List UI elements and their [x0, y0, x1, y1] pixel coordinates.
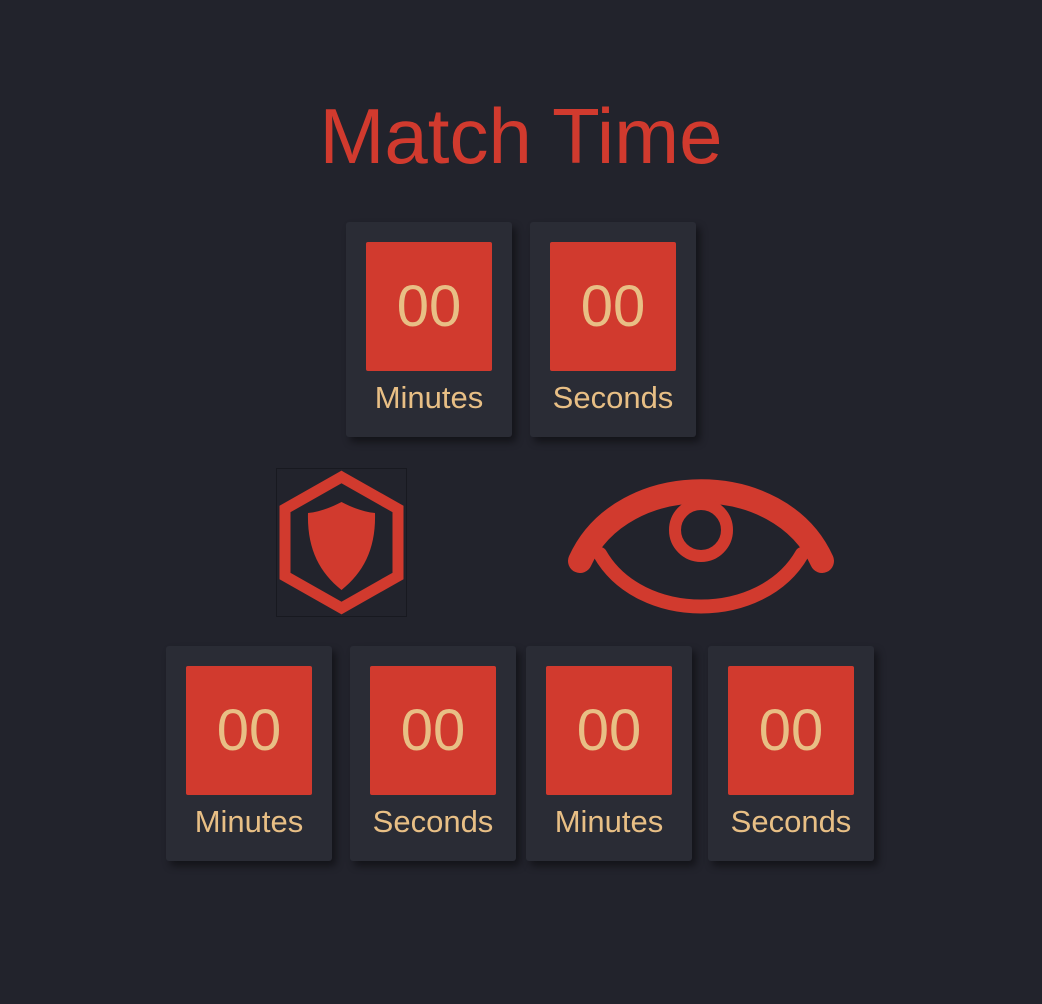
match-minutes-label: Minutes [374, 380, 484, 415]
shield-seconds-tile: 00 Seconds [350, 646, 516, 861]
eye-minutes-tile: 00 Minutes [526, 646, 692, 861]
hexagon-shield-icon[interactable] [276, 468, 407, 617]
shield-seconds-label: Seconds [372, 804, 494, 839]
match-seconds-label: Seconds [552, 380, 674, 415]
eye-minutes-label: Minutes [554, 804, 664, 839]
shield-minutes-value: 00 [186, 666, 312, 795]
eye-seconds-value: 00 [728, 666, 854, 795]
match-seconds-value: 00 [550, 242, 676, 371]
eye-icon[interactable] [562, 474, 840, 622]
shield-seconds-value: 00 [370, 666, 496, 795]
match-minutes-tile: 00 Minutes [346, 222, 512, 437]
match-seconds-tile: 00 Seconds [530, 222, 696, 437]
match-minutes-value: 00 [366, 242, 492, 371]
hexagon-shield-svg [279, 470, 404, 615]
eye-seconds-label: Seconds [730, 804, 852, 839]
eye-minutes-value: 00 [546, 666, 672, 795]
shield-minutes-label: Minutes [194, 804, 304, 839]
eye-seconds-tile: 00 Seconds [708, 646, 874, 861]
page-title: Match Time [319, 92, 723, 180]
eye-svg [568, 479, 834, 614]
shield-minutes-tile: 00 Minutes [166, 646, 332, 861]
